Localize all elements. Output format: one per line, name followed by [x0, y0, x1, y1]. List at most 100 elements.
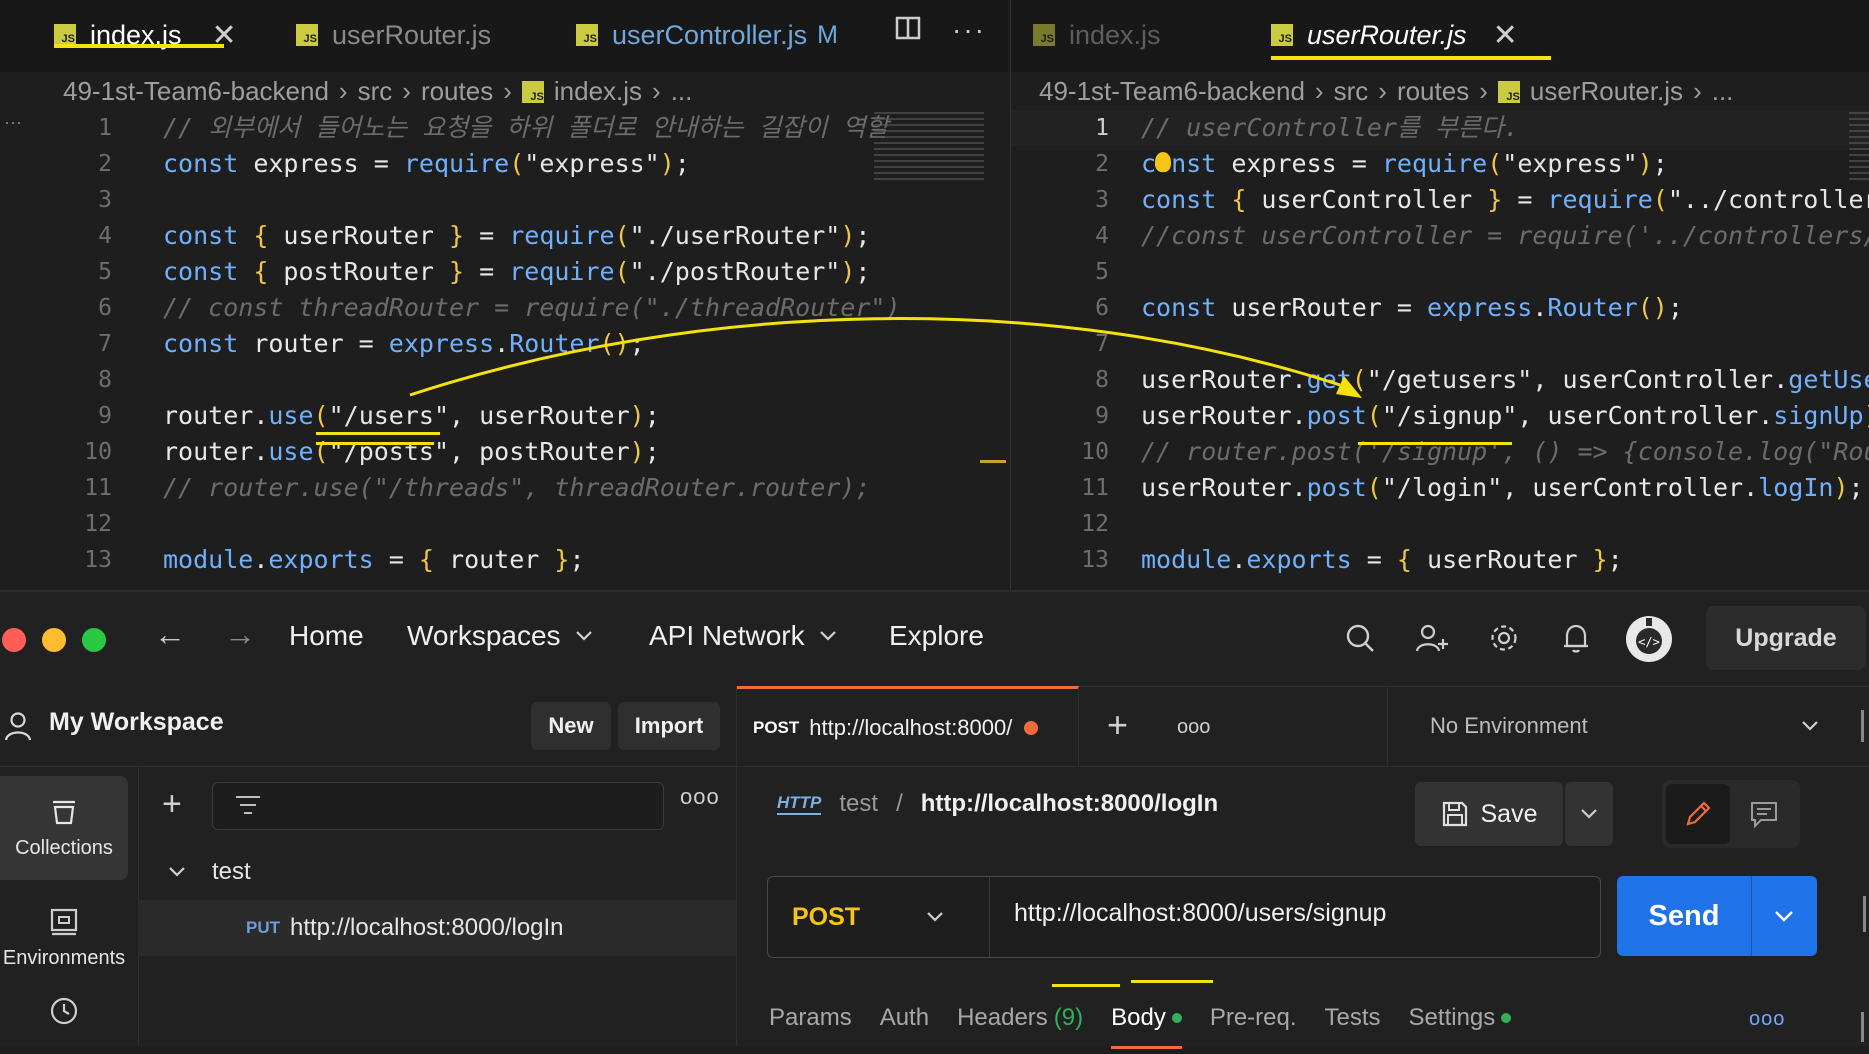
postman-topbar: ← → Home Workspaces API Network Explore …	[0, 592, 1869, 687]
breadcrumb-separator: /	[896, 790, 903, 817]
bell-icon[interactable]	[1556, 618, 1596, 658]
pencil-icon	[1686, 801, 1711, 826]
sidebar-item-environments[interactable]: Environments	[0, 886, 128, 990]
more-options-icon[interactable]: ooo	[680, 784, 720, 810]
send-label: Send	[1617, 876, 1752, 956]
request-item[interactable]: PUT http://localhost:8000/logIn	[138, 900, 736, 956]
tab-body[interactable]: Body	[1111, 1004, 1182, 1049]
tab-settings[interactable]: Settings	[1409, 1004, 1512, 1032]
chevron-down-icon	[1802, 721, 1818, 731]
collection-test[interactable]: test	[138, 844, 736, 900]
unsaved-dot	[1024, 720, 1039, 735]
window-minimize-button[interactable]	[42, 628, 66, 652]
search-icon[interactable]	[1340, 618, 1380, 658]
divider	[1863, 896, 1866, 932]
chevron-down-icon	[575, 631, 592, 641]
svg-text:</>: </>	[1638, 635, 1660, 649]
http-icon: HTTP	[777, 793, 822, 815]
sidebar-rail: Collections Environments	[0, 766, 139, 1046]
invite-user-icon[interactable]	[1412, 618, 1452, 658]
gear-icon[interactable]	[1484, 618, 1524, 658]
chevron-down-icon	[1775, 911, 1793, 922]
save-label: Save	[1480, 799, 1538, 828]
edit-mode-button[interactable]	[1666, 784, 1730, 844]
comment-mode-button[interactable]	[1732, 784, 1796, 844]
collection-name: test	[212, 858, 251, 885]
annotation-underline	[1052, 984, 1120, 987]
breadcrumb-collection[interactable]: test	[839, 790, 878, 818]
send-button[interactable]: Send	[1617, 876, 1817, 956]
chevron-down-icon	[819, 631, 836, 641]
status-dot	[1501, 1013, 1512, 1023]
request-subtabs: Params Auth Headers (9) Body Pre-req. Tes…	[769, 1004, 1539, 1049]
headers-count: (9)	[1053, 1004, 1084, 1031]
request-tabs: POST http://localhost:8000/ + ooo No Env…	[737, 686, 1869, 767]
new-button[interactable]: New	[531, 702, 611, 750]
status-dot	[1171, 1013, 1182, 1023]
send-dropdown-button[interactable]	[1751, 876, 1817, 956]
request-breadcrumb: HTTP test / http://localhost:8000/logIn	[777, 790, 1218, 818]
annotation-underline	[1131, 980, 1213, 983]
save-button[interactable]: Save	[1415, 782, 1563, 846]
tab-prereq[interactable]: Pre-req.	[1210, 1004, 1297, 1032]
add-icon[interactable]: +	[162, 784, 182, 824]
collections-tree: + ooo test PUT http://localhost:8000/log…	[138, 766, 736, 1046]
back-arrow-icon[interactable]: ←	[154, 616, 186, 653]
code-editor: JS index.js ✕ JS userRouter.js JS userCo…	[0, 0, 1869, 590]
view-mode-toggle	[1662, 780, 1800, 848]
chevron-down-icon	[169, 867, 185, 877]
filter-input[interactable]	[212, 782, 664, 830]
user-icon	[4, 712, 32, 741]
sidebar-item-label: Collections	[15, 836, 113, 859]
method-select[interactable]: POST	[768, 877, 990, 957]
forward-arrow-icon[interactable]: →	[224, 616, 256, 653]
chevron-down-icon	[1581, 809, 1597, 819]
request-tab[interactable]: POST http://localhost:8000/	[737, 686, 1079, 766]
divider	[1861, 710, 1864, 742]
window-close-button[interactable]	[2, 628, 26, 652]
sidebar-item-collections[interactable]: Collections	[0, 776, 128, 880]
import-button[interactable]: Import	[618, 702, 720, 750]
nav-workspaces[interactable]: Workspaces	[407, 620, 593, 652]
nav-explore[interactable]: Explore	[889, 620, 984, 652]
url-input[interactable]: http://localhost:8000/users/signup	[1014, 899, 1386, 928]
nav-api-network[interactable]: API Network	[649, 620, 837, 652]
method-value: POST	[792, 902, 861, 931]
workspace-title[interactable]: My Workspace	[49, 708, 224, 737]
annotation-arrow	[409, 317, 1362, 398]
save-icon	[1442, 801, 1467, 827]
chevron-down-icon	[927, 912, 943, 922]
workspace-header: My Workspace New Import	[0, 686, 736, 767]
history-icon	[50, 997, 78, 1025]
upgrade-button[interactable]: Upgrade	[1706, 606, 1866, 670]
request-tab-method: POST	[753, 717, 800, 737]
request-method-badge: PUT	[246, 918, 280, 937]
environment-select[interactable]: No Environment	[1387, 686, 1827, 766]
request-tab-url: http://localhost:8000/	[809, 714, 1013, 740]
workspace-sidebar: My Workspace New Import Collections Envi…	[0, 686, 737, 1046]
environment-label: No Environment	[1430, 713, 1588, 738]
postman-window: ← → Home Workspaces API Network Explore …	[0, 590, 1869, 1049]
comment-icon	[1751, 802, 1777, 828]
environments-icon	[50, 908, 78, 935]
request-name: http://localhost:8000/logIn	[290, 914, 564, 941]
tab-tests[interactable]: Tests	[1325, 1004, 1381, 1032]
avatar[interactable]: </>	[1624, 614, 1674, 664]
window-maximize-button[interactable]	[82, 628, 106, 652]
new-tab-icon[interactable]: +	[1107, 704, 1128, 746]
tab-auth[interactable]: Auth	[880, 1004, 929, 1032]
save-dropdown-button[interactable]	[1565, 782, 1613, 846]
request-url-bar: POST http://localhost:8000/users/signup	[767, 876, 1601, 958]
nav-home[interactable]: Home	[289, 620, 364, 652]
sidebar-item-label: Environments	[2, 946, 126, 969]
tab-headers[interactable]: Headers (9)	[957, 1004, 1083, 1032]
more-subtabs-icon[interactable]: ooo	[1749, 1008, 1785, 1031]
sidebar-item-history[interactable]	[0, 994, 128, 1054]
request-panel: POST http://localhost:8000/ + ooo No Env…	[737, 686, 1869, 1049]
more-tabs-icon[interactable]: ooo	[1177, 716, 1210, 739]
tab-params[interactable]: Params	[769, 1004, 852, 1032]
filter-icon	[236, 796, 260, 814]
request-title[interactable]: http://localhost:8000/logIn	[921, 790, 1218, 818]
collections-icon	[53, 800, 75, 824]
divider	[1861, 1012, 1864, 1042]
